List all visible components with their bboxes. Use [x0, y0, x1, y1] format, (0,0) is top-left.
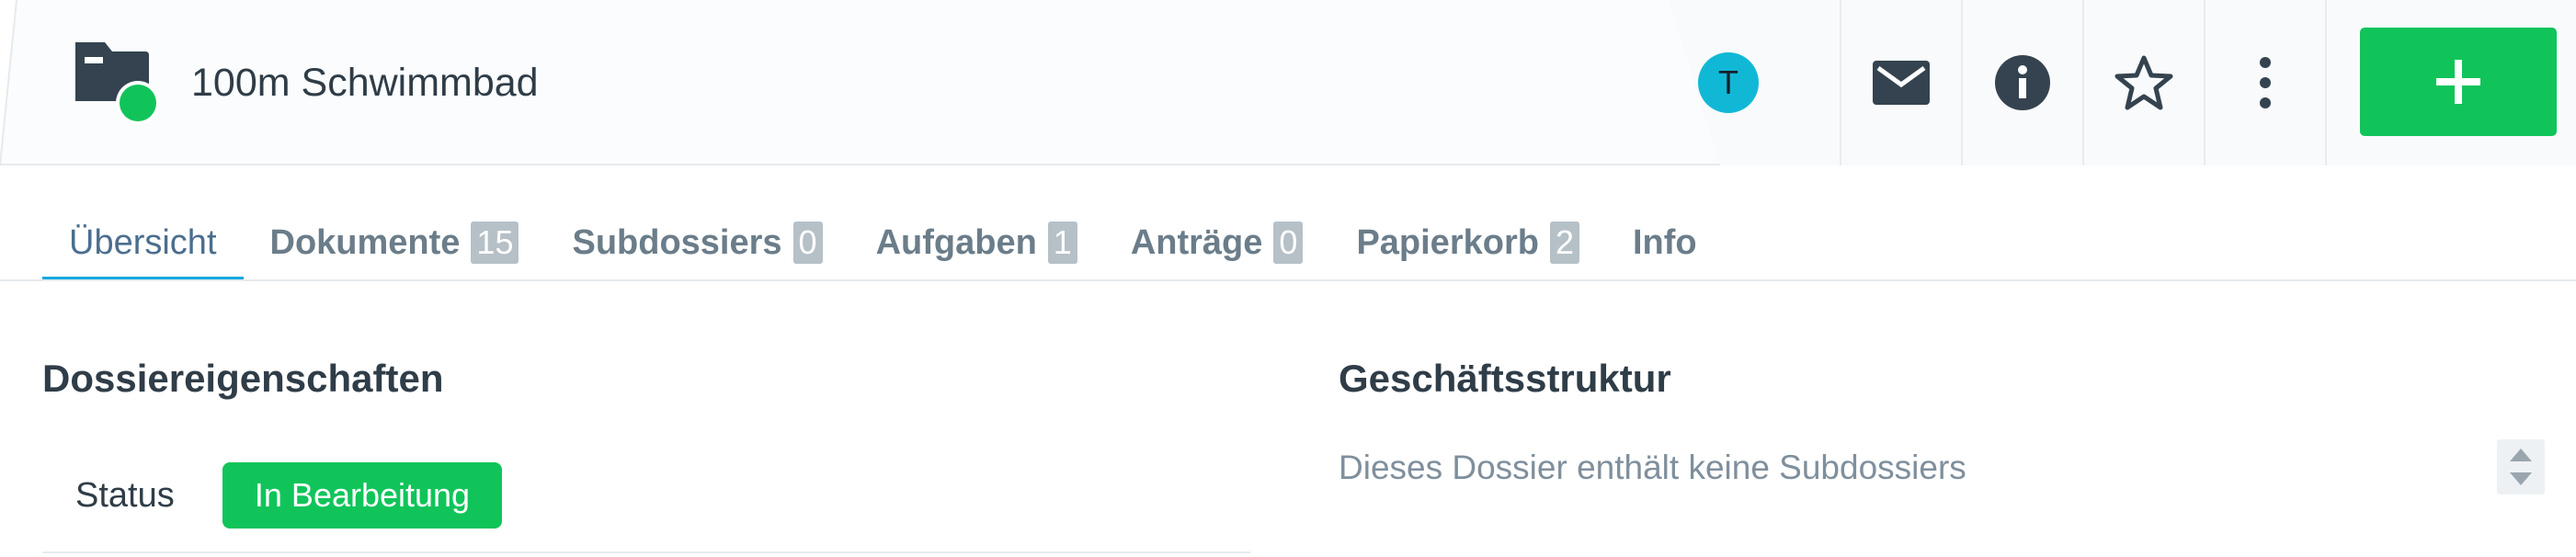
add-button[interactable] [2360, 28, 2557, 136]
avatar: T [1698, 52, 1759, 113]
tab-documents[interactable]: Dokumente 15 [244, 204, 546, 281]
tab-proposals[interactable]: Anträge 0 [1104, 204, 1330, 281]
plus-icon [2436, 60, 2480, 104]
properties-heading: Dossiereigenschaften [42, 357, 444, 400]
tab-label: Papierkorb [1356, 222, 1539, 262]
more-vertical-icon [2260, 57, 2271, 108]
resize-handle[interactable] [2497, 439, 2545, 494]
info-button[interactable] [1961, 0, 2082, 165]
empty-state-text: Dieses Dossier enthält keine Subdossiers [1339, 449, 1966, 486]
folder-status-icon [75, 42, 160, 125]
status-label: Status [75, 476, 175, 515]
sort-arrows-icon [2510, 449, 2532, 485]
favorite-button[interactable] [2082, 0, 2204, 165]
tab-trash[interactable]: Papierkorb 2 [1329, 204, 1606, 281]
count-badge: 0 [792, 222, 823, 264]
count-badge: 15 [471, 222, 519, 264]
star-icon [2114, 55, 2173, 110]
structure-heading: Geschäftsstruktur [1339, 357, 1671, 400]
tab-label: Dokumente [269, 222, 461, 262]
tab-label: Aufgaben [875, 222, 1037, 262]
header-slant-edge [0, 0, 17, 165]
tab-label: Übersicht [69, 222, 217, 262]
mail-button[interactable] [1840, 0, 1961, 165]
tab-label: Subdossiers [572, 222, 782, 262]
properties-divider [42, 551, 1250, 553]
tab-label: Info [1633, 222, 1697, 262]
tab-overview[interactable]: Übersicht [42, 204, 244, 281]
mail-icon [1873, 61, 1930, 105]
count-badge: 1 [1047, 222, 1077, 264]
tab-label: Anträge [1130, 222, 1263, 262]
more-button[interactable] [2204, 0, 2325, 165]
count-badge: 0 [1273, 222, 1304, 264]
tab-tasks[interactable]: Aufgaben 1 [849, 204, 1104, 281]
tab-subdossiers[interactable]: Subdossiers 0 [545, 204, 849, 281]
count-badge: 2 [1549, 222, 1579, 264]
info-icon [1995, 55, 2050, 110]
tab-bar: Übersicht Dokumente 15 Subdossiers 0 Auf… [42, 204, 1724, 281]
tabs-divider [0, 279, 2576, 281]
status-badge: In Bearbeitung [222, 462, 502, 529]
tab-info[interactable]: Info [1606, 204, 1724, 281]
page-title: 100m Schwimmbad [191, 61, 539, 105]
